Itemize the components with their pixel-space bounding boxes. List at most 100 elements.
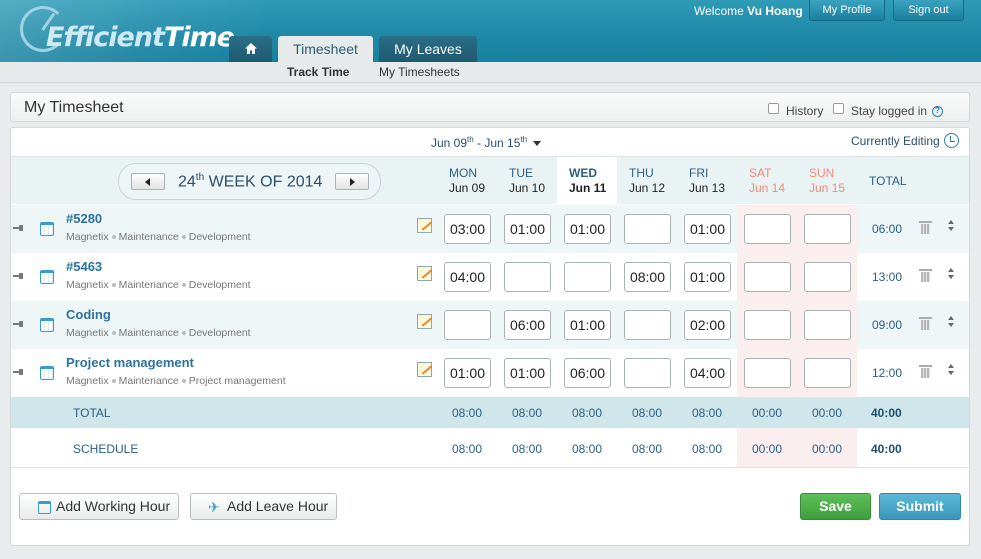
schedule-row: SCHEDULE 08:00 08:00 08:00 08:00 08:00 0… <box>11 428 969 468</box>
pin-icon[interactable] <box>13 321 24 327</box>
task-name[interactable]: #5463 <box>66 259 102 274</box>
range-start: Jun 09 <box>431 136 468 150</box>
hour-input-sat[interactable] <box>744 358 791 388</box>
hour-input-thu[interactable] <box>624 358 671 388</box>
hour-input-thu[interactable] <box>624 310 671 340</box>
hour-input-tue[interactable]: 06:00 <box>504 310 551 340</box>
hour-input-wed[interactable]: 01:00 <box>564 310 611 340</box>
edit-note-icon[interactable] <box>417 314 432 329</box>
hour-input-wed[interactable] <box>564 262 611 292</box>
calendar-icon[interactable] <box>40 222 54 236</box>
reorder-icon[interactable] <box>948 268 956 280</box>
path-separator <box>111 331 116 336</box>
tab-timesheet[interactable]: Timesheet <box>278 36 373 62</box>
hour-input-thu[interactable] <box>624 214 671 244</box>
add-working-hour-button[interactable]: Add Working Hour <box>19 493 179 520</box>
add-leave-hour-button[interactable]: ✈ Add Leave Hour <box>190 493 337 520</box>
hour-input-mon[interactable]: 01:00 <box>444 358 491 388</box>
add-working-hour-label: Add Working Hour <box>56 498 171 514</box>
date-range-selector[interactable]: Jun 09th - Jun 15th <box>431 135 542 150</box>
week-label: 24th WEEK OF 2014 <box>178 172 322 191</box>
week-number-suffix: th <box>195 172 205 183</box>
pin-icon[interactable] <box>13 225 24 231</box>
home-icon <box>245 43 257 54</box>
hour-input-fri[interactable]: 01:00 <box>684 262 731 292</box>
subnav-track-time[interactable]: Track Time <box>287 65 349 79</box>
hour-input-sun[interactable] <box>804 214 851 244</box>
day-date: Jun 13 <box>689 181 726 195</box>
day-name: THU <box>629 166 654 180</box>
tab-my-leaves[interactable]: My Leaves <box>379 36 477 62</box>
edit-note-icon[interactable] <box>417 362 432 377</box>
next-week-button[interactable] <box>335 173 369 190</box>
day-name: MON <box>449 166 477 180</box>
schedule-thu: 08:00 <box>631 442 663 456</box>
hour-input-mon[interactable]: 03:00 <box>444 214 491 244</box>
hour-input-sat[interactable] <box>744 214 791 244</box>
task-path-project: Maintenance <box>118 231 179 243</box>
task-name[interactable]: Coding <box>66 307 111 322</box>
sign-out-button[interactable]: Sign out <box>893 0 964 21</box>
day-date: Jun 15 <box>809 181 846 195</box>
save-button[interactable]: Save <box>800 493 871 520</box>
hour-input-tue[interactable]: 01:00 <box>504 358 551 388</box>
trash-icon[interactable] <box>919 221 932 234</box>
task-row: Project management Magnetix Maintenance Pr… <box>11 349 969 397</box>
hour-input-tue[interactable] <box>504 262 551 292</box>
hour-input-wed[interactable]: 06:00 <box>564 358 611 388</box>
reorder-icon[interactable] <box>948 220 956 232</box>
history-checkbox[interactable] <box>768 103 779 114</box>
task-row: #5463 Magnetix Maintenance Development 04:… <box>11 253 969 301</box>
hour-input-sat[interactable] <box>744 310 791 340</box>
welcome-prefix: Welcome <box>694 4 744 18</box>
task-path: Magnetix Maintenance Project management <box>66 375 286 387</box>
row-total: 09:00 <box>872 318 903 332</box>
schedule-sat: 00:00 <box>751 442 783 456</box>
day-name: FRI <box>689 166 709 180</box>
grand-total: 40:00 <box>871 406 902 420</box>
trash-icon[interactable] <box>919 365 932 378</box>
hour-input-mon[interactable]: 04:00 <box>444 262 491 292</box>
tab-home[interactable] <box>229 36 272 62</box>
hour-input-fri[interactable]: 02:00 <box>684 310 731 340</box>
calendar-icon[interactable] <box>40 318 54 332</box>
pin-icon[interactable] <box>13 273 24 279</box>
hour-input-sun[interactable] <box>804 310 851 340</box>
hour-input-sat[interactable] <box>744 262 791 292</box>
trash-icon[interactable] <box>919 317 932 330</box>
previous-week-button[interactable] <box>131 173 165 190</box>
submit-button[interactable]: Submit <box>879 493 961 520</box>
hour-input-fri[interactable]: 01:00 <box>684 214 731 244</box>
edit-note-icon[interactable] <box>417 266 432 281</box>
hour-input-sun[interactable] <box>804 262 851 292</box>
hour-input-tue[interactable]: 01:00 <box>504 214 551 244</box>
task-name[interactable]: #5280 <box>66 211 102 226</box>
calendar-icon <box>38 501 51 514</box>
edit-note-icon[interactable] <box>417 218 432 233</box>
help-icon[interactable]: ? <box>932 106 943 117</box>
task-name[interactable]: Project management <box>66 355 194 370</box>
stay-logged-in-checkbox[interactable] <box>833 103 844 114</box>
day-name: WED <box>569 166 597 180</box>
reorder-icon[interactable] <box>948 316 956 328</box>
day-name: SUN <box>809 166 835 180</box>
range-end: - Jun 15 <box>473 136 521 150</box>
hour-input-mon[interactable] <box>444 310 491 340</box>
task-path: Magnetix Maintenance Development <box>66 231 251 243</box>
hour-input-sun[interactable] <box>804 358 851 388</box>
hour-input-fri[interactable]: 04:00 <box>684 358 731 388</box>
pin-icon[interactable] <box>13 369 24 375</box>
row-total: 12:00 <box>872 366 903 380</box>
hour-input-thu[interactable]: 08:00 <box>624 262 671 292</box>
path-separator <box>111 379 116 384</box>
total-mon: 08:00 <box>451 406 483 420</box>
trash-icon[interactable] <box>919 269 932 282</box>
reorder-icon[interactable] <box>948 364 956 376</box>
app-logo[interactable]: EfficientTime <box>20 4 235 60</box>
day-header-sun: SUN Jun 15 <box>797 157 857 205</box>
my-profile-button[interactable]: My Profile <box>809 0 885 21</box>
calendar-icon[interactable] <box>40 270 54 284</box>
calendar-icon[interactable] <box>40 366 54 380</box>
subnav-my-timesheets[interactable]: My Timesheets <box>379 65 460 79</box>
hour-input-wed[interactable]: 01:00 <box>564 214 611 244</box>
